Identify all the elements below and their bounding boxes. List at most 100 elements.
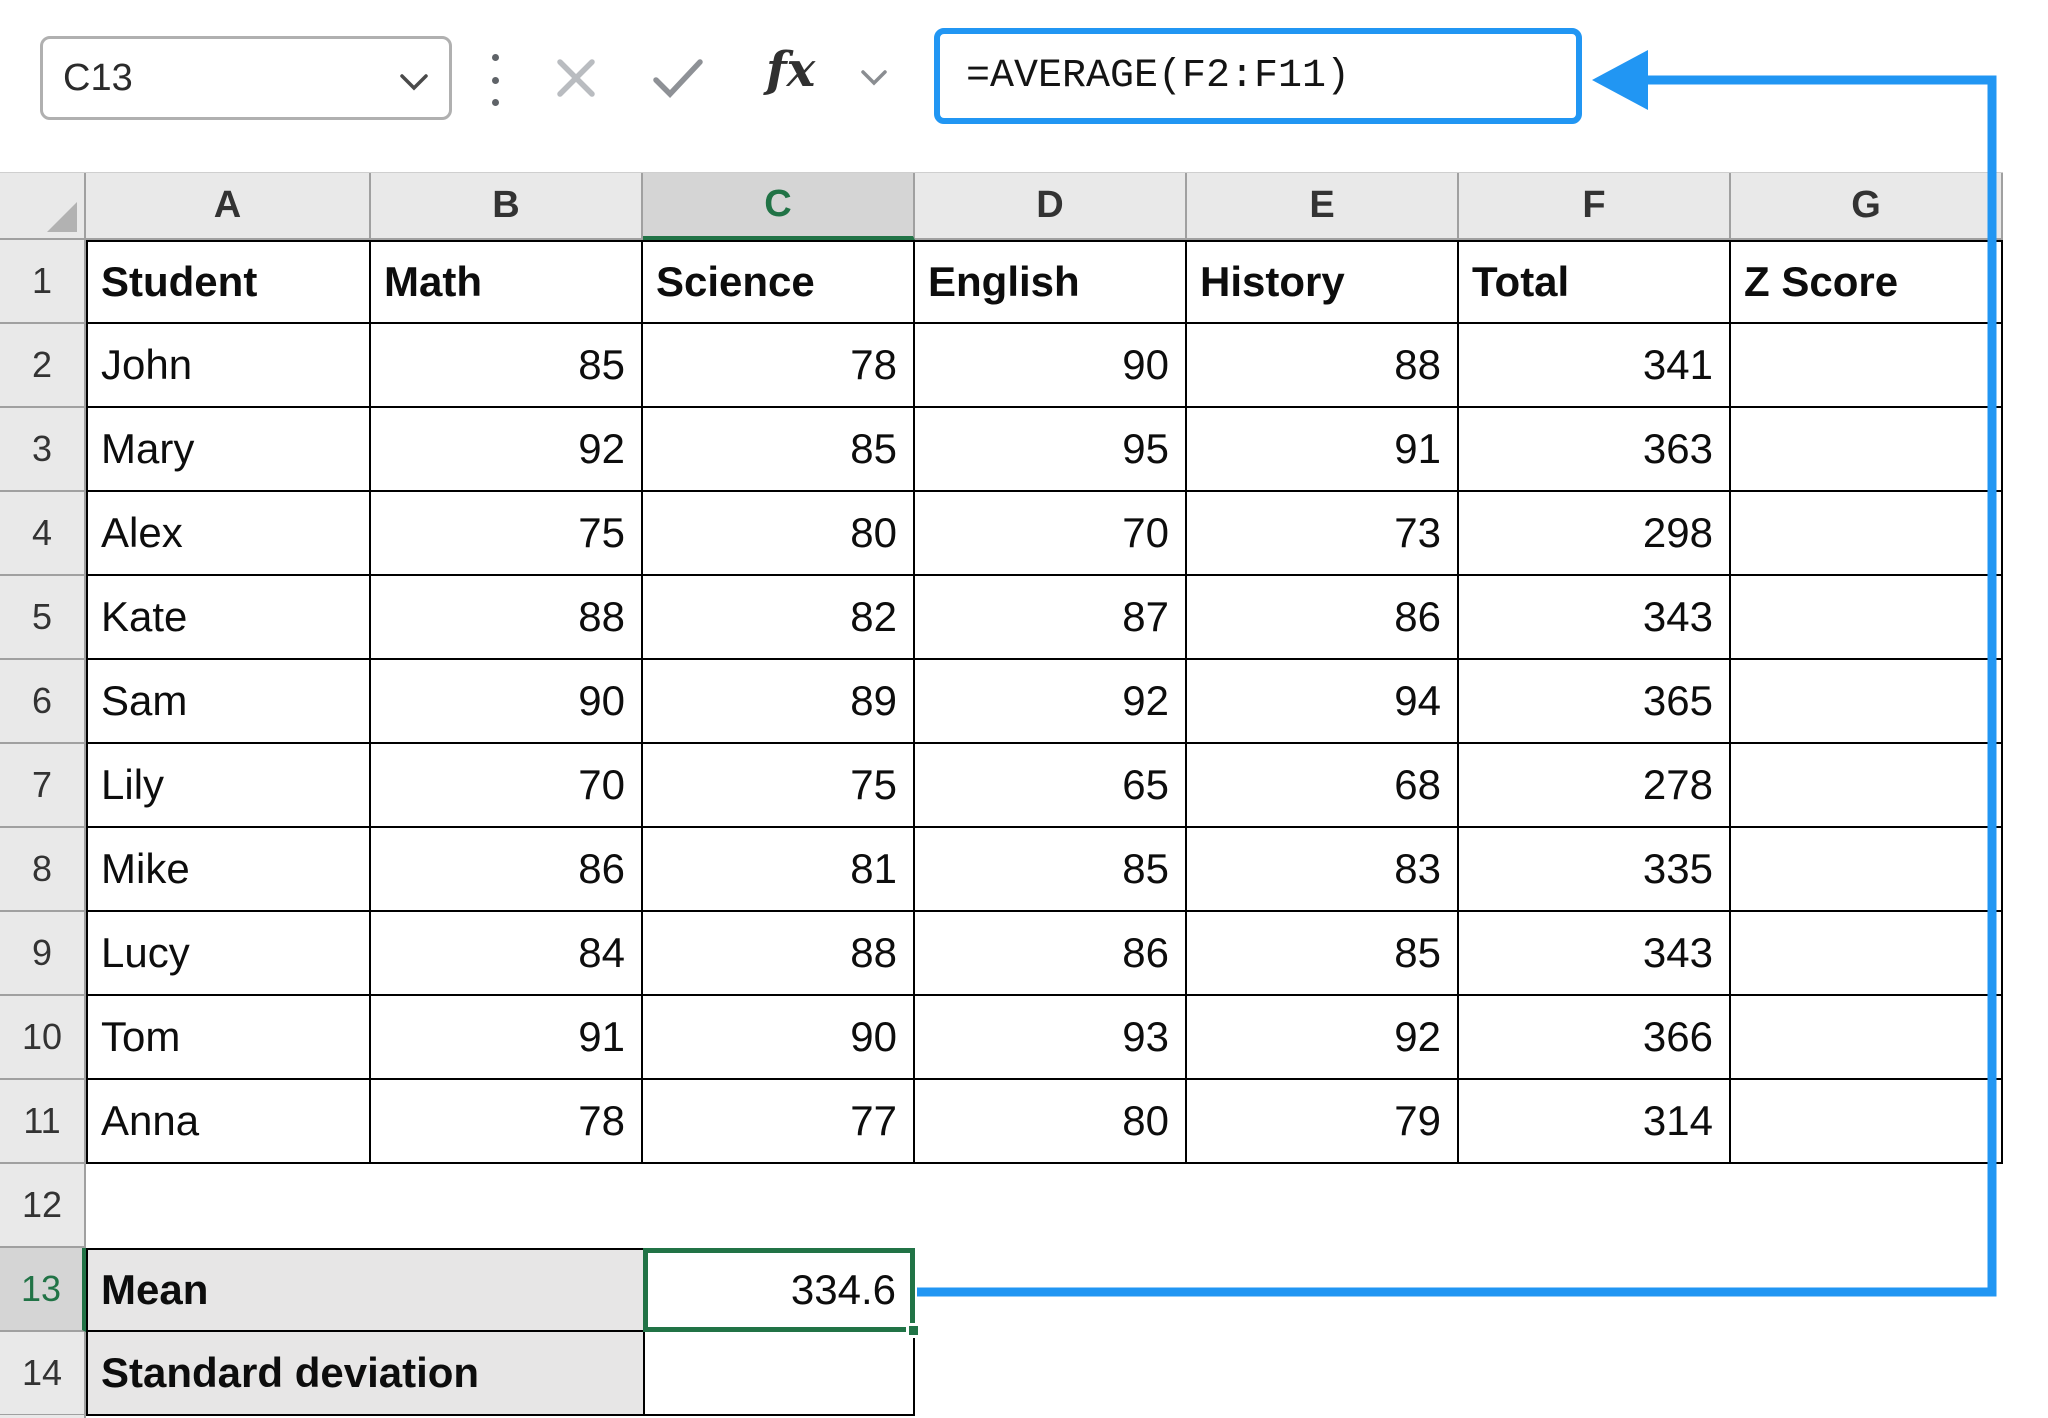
- cell-D5[interactable]: 87: [915, 576, 1187, 660]
- row-header-8[interactable]: 8: [0, 828, 86, 912]
- cell-A6[interactable]: Sam: [86, 660, 371, 744]
- cell-D7[interactable]: 65: [915, 744, 1187, 828]
- cell-C13-selected[interactable]: 334.6: [643, 1248, 915, 1332]
- cell-C3[interactable]: 85: [643, 408, 915, 492]
- cell-B4[interactable]: 75: [371, 492, 643, 576]
- cell-D6[interactable]: 92: [915, 660, 1187, 744]
- column-header-E[interactable]: E: [1187, 173, 1459, 240]
- cell-C5[interactable]: 82: [643, 576, 915, 660]
- cell-F6[interactable]: 365: [1459, 660, 1731, 744]
- row-header-6[interactable]: 6: [0, 660, 86, 744]
- row-header-4[interactable]: 4: [0, 492, 86, 576]
- cell-C6[interactable]: 89: [643, 660, 915, 744]
- cell-F7[interactable]: 278: [1459, 744, 1731, 828]
- cell-B11[interactable]: 78: [371, 1080, 643, 1164]
- row-header-12[interactable]: 12: [0, 1164, 86, 1248]
- cell-F5[interactable]: 343: [1459, 576, 1731, 660]
- cell-G11[interactable]: [1731, 1080, 2003, 1164]
- cell-B9[interactable]: 84: [371, 912, 643, 996]
- formula-input[interactable]: =AVERAGE(F2:F11): [934, 28, 1582, 124]
- cell-E7[interactable]: 68: [1187, 744, 1459, 828]
- formula-bar-chevron-down-icon[interactable]: [860, 70, 888, 86]
- cell-F1[interactable]: Total: [1459, 240, 1731, 324]
- cell-G7[interactable]: [1731, 744, 2003, 828]
- row-header-3[interactable]: 3: [0, 408, 86, 492]
- row-header-2[interactable]: 2: [0, 324, 86, 408]
- cell-F4[interactable]: 298: [1459, 492, 1731, 576]
- cell-G3[interactable]: [1731, 408, 2003, 492]
- cell-A11[interactable]: Anna: [86, 1080, 371, 1164]
- cell-G5[interactable]: [1731, 576, 2003, 660]
- cell-B8[interactable]: 86: [371, 828, 643, 912]
- cell-D2[interactable]: 90: [915, 324, 1187, 408]
- row-header-9[interactable]: 9: [0, 912, 86, 996]
- cell-G10[interactable]: [1731, 996, 2003, 1080]
- cell-D4[interactable]: 70: [915, 492, 1187, 576]
- cell-C9[interactable]: 88: [643, 912, 915, 996]
- column-header-F[interactable]: F: [1459, 173, 1731, 240]
- cell-A1[interactable]: Student: [86, 240, 371, 324]
- cell-B10[interactable]: 91: [371, 996, 643, 1080]
- enter-icon[interactable]: [652, 54, 704, 102]
- cell-F9[interactable]: 343: [1459, 912, 1731, 996]
- cell-C4[interactable]: 80: [643, 492, 915, 576]
- cell-C14[interactable]: [643, 1332, 915, 1416]
- cell-E1[interactable]: History: [1187, 240, 1459, 324]
- fill-handle[interactable]: [906, 1323, 921, 1338]
- cell-F8[interactable]: 335: [1459, 828, 1731, 912]
- row-header-7[interactable]: 7: [0, 744, 86, 828]
- row-header-13[interactable]: 13: [0, 1248, 86, 1332]
- cell-E4[interactable]: 73: [1187, 492, 1459, 576]
- cell-E3[interactable]: 91: [1187, 408, 1459, 492]
- insert-function-icon[interactable]: fx: [766, 42, 815, 98]
- cell-A14-std-label[interactable]: Standard deviation: [86, 1332, 643, 1416]
- cell-G9[interactable]: [1731, 912, 2003, 996]
- select-all-corner[interactable]: [0, 173, 86, 240]
- cell-B3[interactable]: 92: [371, 408, 643, 492]
- row-header-1[interactable]: 1: [0, 240, 86, 324]
- cell-C7[interactable]: 75: [643, 744, 915, 828]
- cell-A4[interactable]: Alex: [86, 492, 371, 576]
- cell-E9[interactable]: 85: [1187, 912, 1459, 996]
- cell-G2[interactable]: [1731, 324, 2003, 408]
- cell-D10[interactable]: 93: [915, 996, 1187, 1080]
- row-header-10[interactable]: 10: [0, 996, 86, 1080]
- name-box[interactable]: C13: [40, 36, 452, 120]
- cell-D11[interactable]: 80: [915, 1080, 1187, 1164]
- cell-F2[interactable]: 341: [1459, 324, 1731, 408]
- column-header-A[interactable]: A: [86, 173, 371, 240]
- cell-F3[interactable]: 363: [1459, 408, 1731, 492]
- cell-G6[interactable]: [1731, 660, 2003, 744]
- cell-D8[interactable]: 85: [915, 828, 1187, 912]
- cell-G8[interactable]: [1731, 828, 2003, 912]
- cell-C2[interactable]: 78: [643, 324, 915, 408]
- cell-E2[interactable]: 88: [1187, 324, 1459, 408]
- cancel-icon[interactable]: [552, 54, 600, 102]
- row-header-11[interactable]: 11: [0, 1080, 86, 1164]
- name-box-chevron-down-icon[interactable]: [399, 73, 429, 91]
- column-header-C[interactable]: C: [643, 173, 915, 240]
- cell-A10[interactable]: Tom: [86, 996, 371, 1080]
- cell-A3[interactable]: Mary: [86, 408, 371, 492]
- cell-E10[interactable]: 92: [1187, 996, 1459, 1080]
- cell-F10[interactable]: 366: [1459, 996, 1731, 1080]
- cell-A2[interactable]: John: [86, 324, 371, 408]
- cell-G4[interactable]: [1731, 492, 2003, 576]
- cell-B7[interactable]: 70: [371, 744, 643, 828]
- column-header-G[interactable]: G: [1731, 173, 2003, 240]
- cell-D9[interactable]: 86: [915, 912, 1187, 996]
- row-header-14[interactable]: 14: [0, 1332, 86, 1416]
- cell-B5[interactable]: 88: [371, 576, 643, 660]
- cell-A13-mean-label[interactable]: Mean: [86, 1248, 643, 1332]
- cell-B6[interactable]: 90: [371, 660, 643, 744]
- cell-E5[interactable]: 86: [1187, 576, 1459, 660]
- cell-A7[interactable]: Lily: [86, 744, 371, 828]
- cell-E8[interactable]: 83: [1187, 828, 1459, 912]
- cell-F11[interactable]: 314: [1459, 1080, 1731, 1164]
- cell-D1[interactable]: English: [915, 240, 1187, 324]
- row-header-5[interactable]: 5: [0, 576, 86, 660]
- cell-E11[interactable]: 79: [1187, 1080, 1459, 1164]
- cell-D3[interactable]: 95: [915, 408, 1187, 492]
- cell-A5[interactable]: Kate: [86, 576, 371, 660]
- cell-B1[interactable]: Math: [371, 240, 643, 324]
